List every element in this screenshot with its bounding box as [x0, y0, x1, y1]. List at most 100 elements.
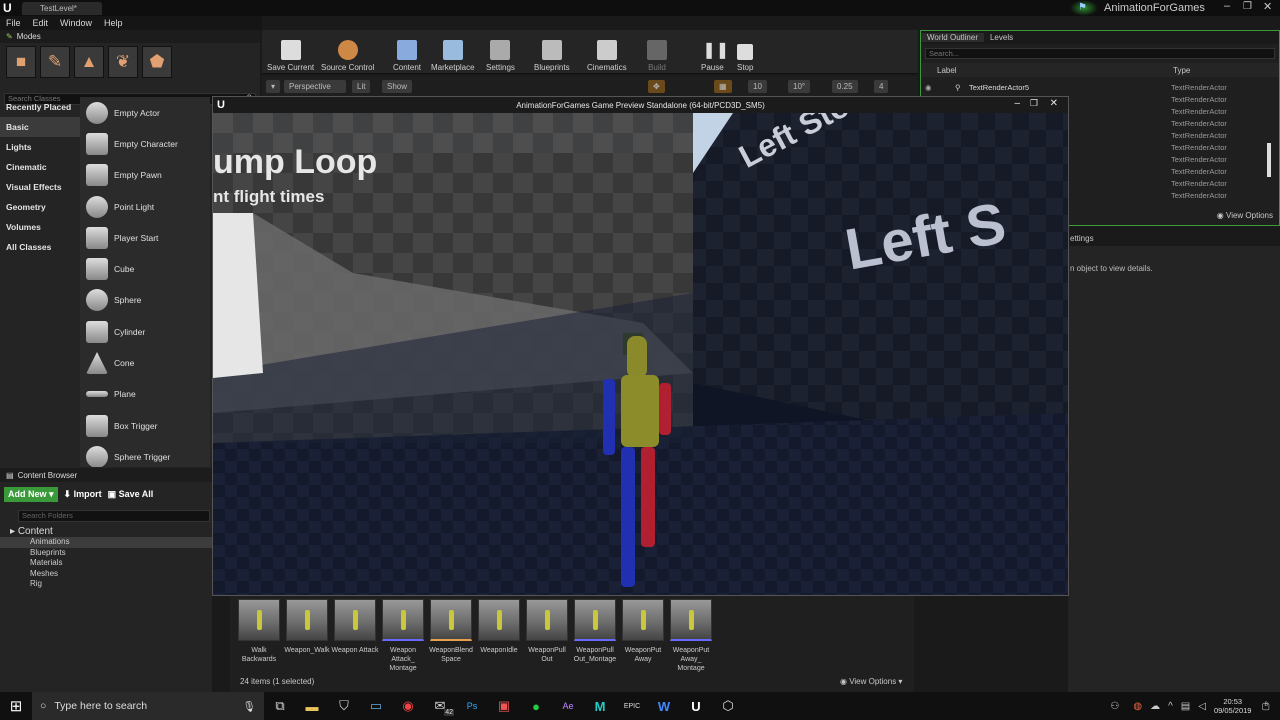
col-label[interactable]: Label: [937, 66, 1173, 75]
folder-materials[interactable]: Materials: [0, 558, 212, 569]
marketplace-button[interactable]: Marketplace: [426, 32, 480, 72]
task-view-icon[interactable]: ⧉: [264, 692, 296, 720]
asset-thumbnail[interactable]: [478, 599, 520, 641]
grid-snap-value[interactable]: 10: [748, 80, 767, 93]
camera-speed-value[interactable]: 4: [874, 80, 889, 93]
category-basic[interactable]: Basic: [0, 117, 80, 137]
place-item[interactable]: Cube: [80, 253, 210, 284]
category-cinematic[interactable]: Cinematic: [0, 157, 80, 177]
game-scene[interactable]: ump Loop nt flight times Left Sto Left S: [213, 113, 1068, 595]
perspective-button[interactable]: Perspective: [284, 80, 346, 93]
save-current-button[interactable]: Save Current: [262, 32, 319, 72]
scale-snap-value[interactable]: 0.25: [832, 80, 858, 93]
spotify-icon[interactable]: ●: [520, 692, 552, 720]
modes-tab[interactable]: ✎ Modes: [0, 30, 260, 43]
file-explorer-icon[interactable]: ▬: [296, 692, 328, 720]
folder-blueprints[interactable]: Blueprints: [0, 548, 212, 559]
menu-file[interactable]: File: [6, 18, 21, 28]
tab-levels[interactable]: Levels: [984, 33, 1019, 42]
paint-mode-icon[interactable]: ✎: [40, 46, 70, 78]
menu-edit[interactable]: Edit: [33, 18, 49, 28]
asset-thumbnail[interactable]: [670, 599, 712, 641]
show-button[interactable]: Show: [382, 80, 413, 93]
media-icon[interactable]: ▣: [488, 692, 520, 720]
category-all-classes[interactable]: All Classes: [0, 237, 80, 257]
category-visual-effects[interactable]: Visual Effects: [0, 177, 80, 197]
asset-thumbnail[interactable]: [430, 599, 472, 641]
volume-icon[interactable]: ◁: [1198, 701, 1206, 712]
rotation-snap-value[interactable]: 10°: [788, 80, 811, 93]
feedback-icon[interactable]: ⚑: [1078, 2, 1087, 13]
photoshop-icon[interactable]: Ps: [456, 692, 488, 720]
place-item[interactable]: Empty Character: [80, 128, 210, 159]
place-item[interactable]: Sphere Trigger: [80, 441, 210, 467]
place-item[interactable]: Point Light: [80, 191, 210, 222]
after-effects-icon[interactable]: Ae: [552, 692, 584, 720]
place-item[interactable]: Cylinder: [80, 316, 210, 347]
asset-thumbnail[interactable]: [622, 599, 664, 641]
content-root-folder[interactable]: ▸ Content: [0, 526, 212, 537]
word-icon[interactable]: W: [648, 692, 680, 720]
maya-icon[interactable]: M: [584, 692, 616, 720]
minimize-button[interactable]: –: [1014, 98, 1020, 109]
search-folders-input[interactable]: Search Folders: [18, 510, 210, 522]
asset-thumbnail[interactable]: [574, 599, 616, 641]
place-item[interactable]: Sphere: [80, 285, 210, 316]
epic-launcher-icon[interactable]: EPIC: [616, 692, 648, 720]
network-icon[interactable]: ▤: [1181, 701, 1190, 712]
tray-app-icon[interactable]: ◍: [1133, 701, 1142, 712]
pause-button[interactable]: ❚❚ Pause: [696, 32, 729, 72]
cinematics-button[interactable]: Cinematics: [582, 32, 632, 72]
taskbar-search-box[interactable]: ○ Type here to search 🎙: [32, 692, 264, 720]
chrome-icon[interactable]: ◉: [392, 692, 424, 720]
minimize-button[interactable]: –: [1224, 0, 1230, 12]
col-type[interactable]: Type: [1173, 66, 1190, 75]
place-item[interactable]: Plane: [80, 379, 210, 410]
outliner-scrollbar[interactable]: [1267, 143, 1271, 177]
source-control-button[interactable]: Source Control: [316, 32, 379, 72]
translate-tool-icon[interactable]: ✥: [648, 80, 665, 93]
landscape-mode-icon[interactable]: ▲: [74, 46, 104, 78]
outliner-row-selected[interactable]: ◉ ⚲ TextRenderActor5 TextRenderActor: [921, 83, 1266, 95]
category-geometry[interactable]: Geometry: [0, 197, 80, 217]
asset-thumbnail[interactable]: [334, 599, 376, 641]
show-hidden-icons[interactable]: ^: [1168, 701, 1173, 712]
tab-world-outliner[interactable]: World Outliner: [921, 33, 984, 42]
maximize-button[interactable]: ❐: [1243, 1, 1252, 12]
clock[interactable]: 20:53 09/05/2019: [1214, 697, 1252, 715]
asset-view-options[interactable]: ◉ View Options ▾: [840, 677, 902, 686]
place-item[interactable]: Empty Actor: [80, 97, 210, 128]
folder-meshes[interactable]: Meshes: [0, 569, 212, 580]
store-icon[interactable]: ⛉: [328, 692, 360, 720]
menu-window[interactable]: Window: [60, 18, 92, 28]
place-item[interactable]: Box Trigger: [80, 410, 210, 441]
maximize-button[interactable]: ❐: [1030, 98, 1038, 109]
grid-snap-icon[interactable]: ▦: [714, 80, 732, 93]
people-icon[interactable]: ⚇: [1110, 701, 1119, 712]
asset-thumbnail[interactable]: [382, 599, 424, 641]
windows-start-icon[interactable]: ⊞: [0, 692, 32, 720]
category-lights[interactable]: Lights: [0, 137, 80, 157]
level-tab[interactable]: TestLevel*: [22, 2, 102, 15]
onedrive-icon[interactable]: ☁: [1150, 701, 1160, 712]
build-button[interactable]: Build: [642, 32, 672, 72]
unity-icon[interactable]: ⬡: [712, 692, 744, 720]
settings-button[interactable]: Settings: [481, 32, 520, 72]
place-item[interactable]: Cone: [80, 347, 210, 378]
content-button[interactable]: Content: [388, 32, 426, 72]
place-item[interactable]: Player Start: [80, 222, 210, 253]
close-button[interactable]: ✕: [1050, 98, 1058, 109]
foliage-mode-icon[interactable]: ❦: [108, 46, 138, 78]
category-recently-placed[interactable]: Recently Placed: [0, 97, 80, 117]
save-all-button[interactable]: ▣ Save All: [108, 489, 154, 500]
outliner-search-input[interactable]: Search...: [925, 48, 1275, 59]
microphone-icon[interactable]: 🎙: [243, 700, 256, 713]
import-button[interactable]: ⬇ Import: [64, 489, 102, 500]
lit-button[interactable]: Lit: [352, 80, 371, 93]
menu-help[interactable]: Help: [104, 18, 123, 28]
eye-icon[interactable]: ◉: [925, 83, 932, 92]
place-mode-icon[interactable]: ■: [6, 46, 36, 78]
place-item[interactable]: Empty Pawn: [80, 160, 210, 191]
blueprints-button[interactable]: Blueprints: [529, 32, 575, 72]
folder-rig[interactable]: Rig: [0, 579, 212, 590]
